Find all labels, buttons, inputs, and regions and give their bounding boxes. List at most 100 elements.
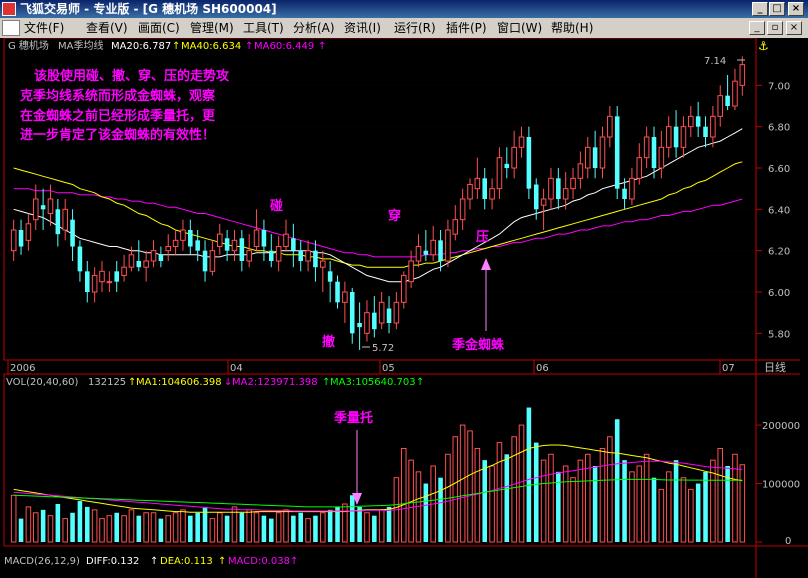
price-tick: 6.80: [768, 123, 790, 134]
anchor-icon[interactable]: ⚓: [758, 39, 769, 53]
minimize-button[interactable]: _: [752, 2, 768, 16]
doc-minimize-button[interactable]: _: [749, 21, 765, 35]
candle-body: [570, 177, 576, 190]
period-label[interactable]: 日线: [764, 360, 786, 374]
volume-bar: [305, 518, 311, 543]
volume-bar: [592, 466, 598, 542]
volume-bar: [224, 515, 230, 542]
candle-body: [209, 250, 216, 272]
volume-bar: [335, 506, 340, 542]
candle-body: [106, 281, 113, 284]
note-line: 在金蜘蛛之前已经形成季量托，更: [20, 108, 216, 124]
candle-body: [99, 270, 105, 283]
vol-ma1: MA1:104606.398: [136, 377, 222, 388]
candle-body: [40, 205, 46, 210]
volume-bar: [158, 518, 164, 542]
volume-bar: [474, 447, 481, 543]
volume-bar: [504, 454, 510, 542]
candle-body: [526, 137, 532, 189]
volume-bar: [209, 518, 216, 543]
candle-body: [680, 126, 687, 148]
candle: [526, 126, 532, 199]
candle-body: [172, 239, 179, 248]
x-tick: 05: [382, 363, 395, 374]
volume-bar: [327, 509, 333, 542]
menu-window[interactable]: 窗口(W): [497, 18, 542, 38]
volume-bar: [629, 471, 635, 543]
volume-bar: [482, 460, 488, 542]
candle-body: [165, 246, 172, 252]
candle-body: [342, 291, 348, 303]
candle-body: [239, 238, 245, 261]
volume-bar: [533, 442, 539, 542]
menu-help[interactable]: 帮助(H): [551, 18, 593, 38]
menu-analysis[interactable]: 分析(A): [293, 18, 335, 38]
volume-bar: [577, 459, 584, 543]
volume-bar: [291, 515, 296, 542]
price-tick: 7.00: [768, 81, 790, 92]
candle-body: [320, 260, 326, 268]
candle-body: [305, 250, 311, 262]
chart-doc-icon[interactable]: [2, 20, 20, 36]
vol-value: 132125: [88, 377, 126, 388]
candle-body: [231, 239, 238, 252]
price-tick: 6.00: [768, 288, 790, 299]
volume-bar: [665, 471, 672, 543]
candle-body: [489, 188, 495, 200]
menu-view[interactable]: 查看(V): [86, 18, 128, 38]
volume-bar: [106, 515, 113, 543]
annotation-spider: 季金蜘蛛: [451, 337, 505, 353]
candle-body: [452, 219, 459, 235]
volume-bar: [599, 447, 606, 543]
candle-body: [291, 238, 296, 251]
maximize-button[interactable]: □: [769, 2, 785, 16]
menu-run[interactable]: 运行(R): [394, 18, 436, 38]
up-arrow-icon: ↑: [245, 41, 253, 52]
candle-body: [136, 261, 142, 268]
up-arrow-icon: ↑: [290, 556, 298, 567]
candle-body: [91, 274, 98, 293]
volume-bar: [216, 512, 223, 543]
volume-bar: [150, 512, 157, 543]
close-button[interactable]: ×: [788, 2, 804, 16]
menu-plugin[interactable]: 插件(P): [446, 18, 487, 38]
candle-body: [283, 233, 289, 248]
candle-body: [158, 254, 164, 261]
candle-body: [261, 230, 267, 247]
candle-body: [548, 177, 554, 200]
candle-body: [400, 274, 407, 303]
candle-body: [533, 184, 539, 210]
menu-manage[interactable]: 管理(M): [190, 18, 234, 38]
menu-tools[interactable]: 工具(T): [243, 18, 284, 38]
volume-bar: [423, 483, 429, 542]
candle-body: [335, 281, 340, 303]
candle-body: [474, 177, 481, 190]
macd-value: MACD:0.038: [228, 556, 290, 567]
volume-bar: [165, 515, 172, 543]
volume-bar: [636, 465, 643, 543]
candle-body: [518, 136, 525, 148]
app-logo-icon: [2, 2, 16, 16]
menu-file[interactable]: 文件(F): [24, 18, 64, 38]
up-arrow-icon: ↑: [150, 556, 158, 567]
volume-bar: [548, 453, 554, 543]
window-title: 飞狐交易师 - 专业版 - [G 穗机场 SH600004]: [20, 2, 277, 16]
volume-bar: [55, 504, 61, 542]
doc-close-button[interactable]: ×: [786, 21, 802, 35]
volume-bar: [283, 509, 289, 543]
volume-bar: [121, 515, 127, 543]
volume-bar: [18, 518, 24, 542]
volume-bar: [136, 515, 142, 542]
volume-bar: [143, 512, 149, 543]
stock-chart[interactable]: G 穗机场 MA季均线 MA20:6.787 ↑ MA40:6.634 ↑ MA…: [0, 38, 808, 578]
volume-bar: [320, 512, 326, 543]
doc-restore-button[interactable]: ▫: [767, 21, 783, 35]
volume-bar: [239, 512, 245, 542]
menu-info[interactable]: 资讯(I): [344, 18, 381, 38]
volume-bar: [695, 483, 701, 542]
candle-body: [268, 250, 274, 261]
up-arrow-icon: ↑: [416, 377, 424, 388]
stock-name: G 穗机场: [8, 39, 49, 52]
menu-screen[interactable]: 画面(C): [138, 18, 180, 38]
candle-body: [584, 146, 591, 169]
